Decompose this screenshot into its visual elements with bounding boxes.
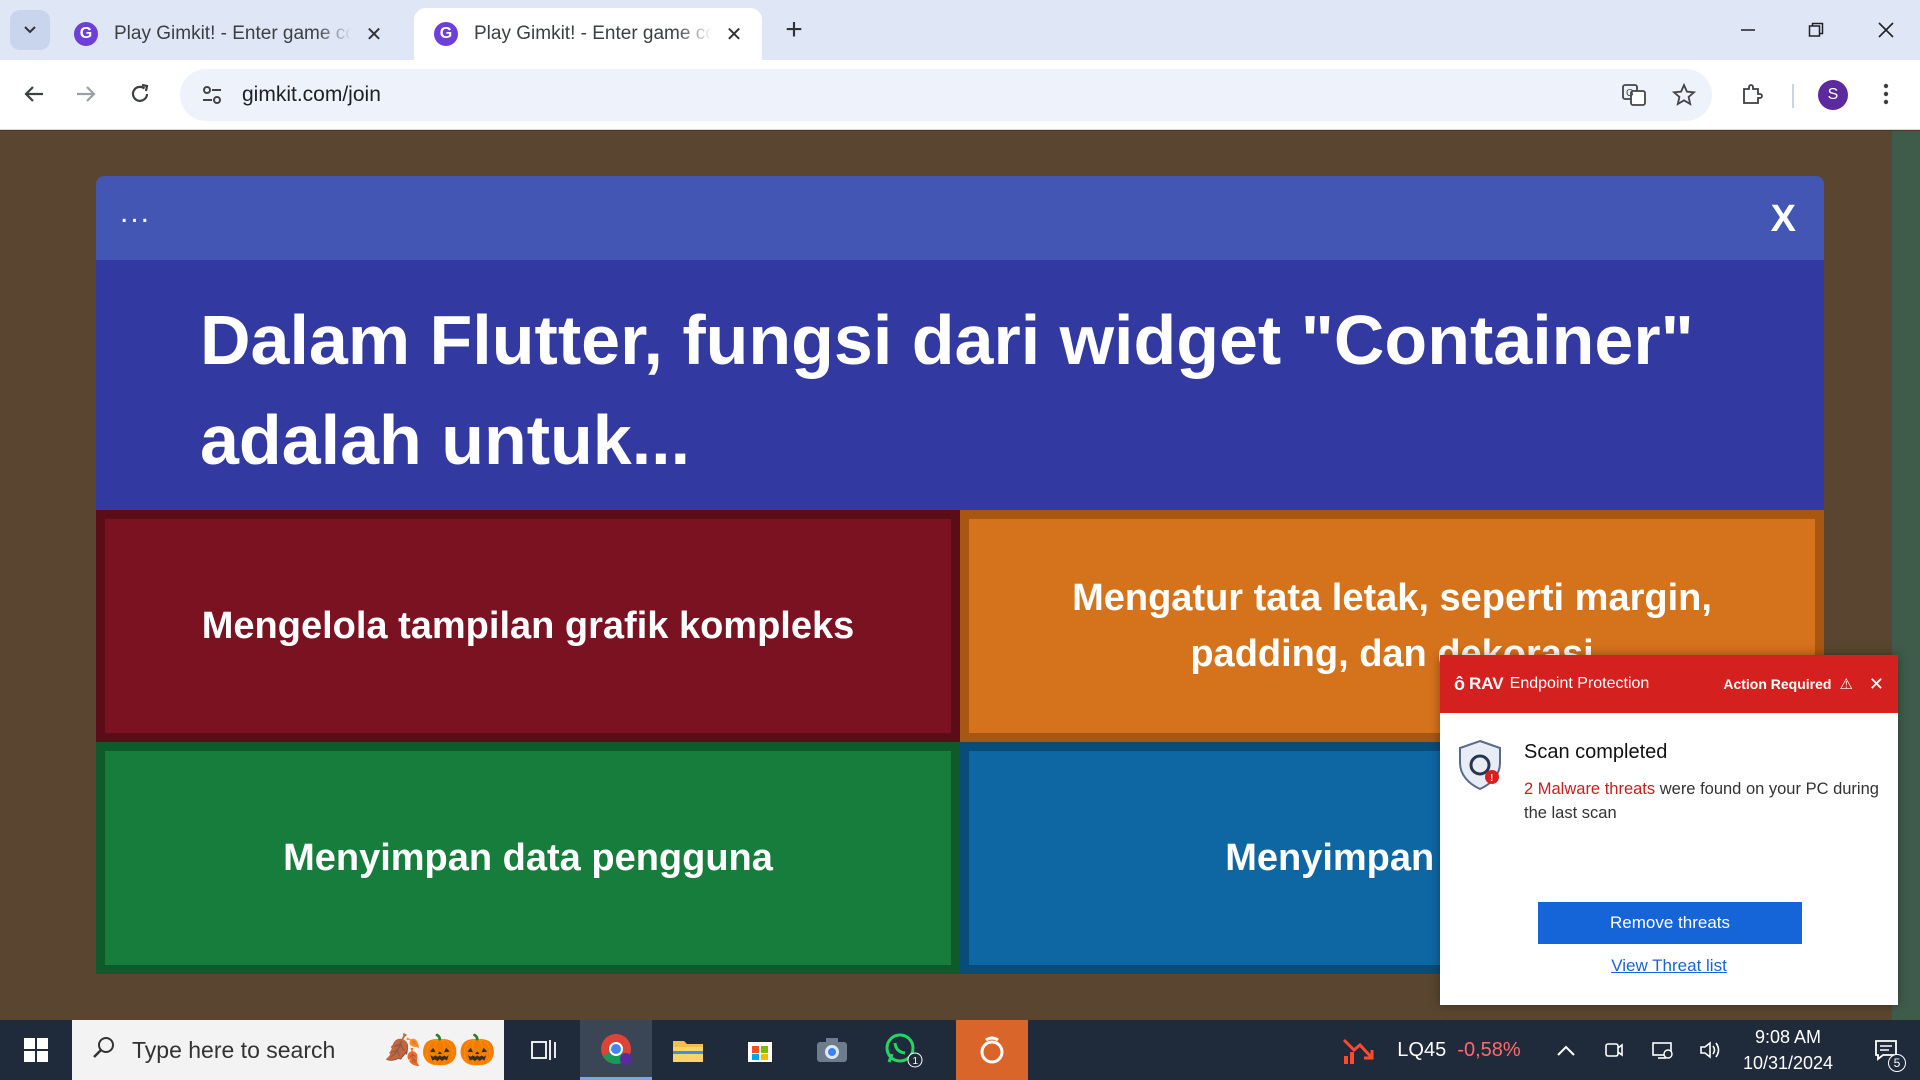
view-threat-list-link[interactable]: View Threat list	[1440, 956, 1898, 976]
restore-icon	[1808, 22, 1824, 37]
tab-gimkit-2[interactable]: G Play Gimkit! - Enter game code ✕	[414, 8, 762, 60]
notification-center-button[interactable]: 5	[1858, 1020, 1914, 1080]
arrow-left-icon	[24, 86, 43, 102]
svg-text:1: 1	[913, 1056, 919, 1067]
question-text: Dalam Flutter, fungsi dari widget "Conta…	[96, 260, 1824, 510]
search-icon	[92, 1035, 116, 1066]
stock-trend-icon[interactable]	[1334, 1020, 1384, 1080]
address-bar[interactable]: gimkit.com/join G	[180, 69, 1712, 121]
close-question-button[interactable]: X	[1771, 198, 1796, 241]
rav-action-required: Action Required	[1723, 676, 1832, 692]
extensions-button[interactable]	[1732, 74, 1772, 114]
taskbar-camera[interactable]	[796, 1020, 868, 1080]
rav-body: ! Scan completed 2 Malware threats were …	[1440, 713, 1898, 1005]
threat-count: 2 Malware threats	[1524, 780, 1656, 798]
answer-option-1[interactable]: Mengelola tampilan grafik kompleks	[96, 510, 960, 742]
stock-name: LQ45	[1397, 1038, 1447, 1061]
rav-close-button[interactable]: ✕	[1869, 674, 1884, 695]
taskbar-clock[interactable]: 9:08 AM 10/31/2024	[1722, 1024, 1854, 1076]
answer-text: Mengelola tampilan grafik kompleks	[201, 605, 855, 647]
rav-product-name: Endpoint Protection	[1509, 675, 1650, 692]
translate-icon[interactable]: G	[1612, 73, 1656, 117]
stock-change: -0,58%	[1457, 1038, 1521, 1061]
task-view-button[interactable]	[508, 1020, 580, 1080]
more-vertical-icon	[1883, 83, 1889, 105]
taskbar-microsoft-store[interactable]	[724, 1020, 796, 1080]
tab-gimkit-1[interactable]: G Play Gimkit! - Enter game code ✕	[54, 8, 402, 60]
camera-icon	[817, 1038, 847, 1062]
tab-title: Play Gimkit! - Enter game code	[114, 23, 352, 44]
windows-logo-icon	[24, 1038, 48, 1062]
show-hidden-icons-button[interactable]	[1550, 1020, 1582, 1080]
more-options-icon[interactable]: ...	[120, 196, 151, 230]
tab-title: Play Gimkit! - Enter game code	[474, 23, 712, 44]
taskbar-rav-app[interactable]	[956, 1020, 1028, 1080]
answer-option-3[interactable]: Menyimpan data pengguna	[96, 742, 960, 974]
forward-button[interactable]	[66, 74, 106, 114]
answer-text: Menyimpan data pengguna	[283, 837, 773, 879]
rav-title: Scan completed	[1524, 741, 1668, 763]
question-card-header: ... X	[96, 176, 1824, 260]
reload-icon	[131, 83, 149, 102]
close-icon	[1878, 22, 1894, 38]
gimkit-favicon-icon: G	[434, 22, 458, 46]
taskbar-chrome[interactable]	[580, 1020, 652, 1080]
shield-alert-icon: !	[1459, 739, 1501, 791]
rav-notification-popup: ô RAV Endpoint Protection Action Require…	[1440, 655, 1898, 1005]
remove-threats-button[interactable]: Remove threats	[1538, 902, 1802, 944]
clock-date: 10/31/2024	[1742, 1053, 1834, 1073]
reload-button[interactable]	[120, 74, 160, 114]
windows-taskbar: Type here to search 🍂🎃🎃 1 LQ45 -0,58% 9:…	[0, 1020, 1920, 1080]
arrow-right-icon	[77, 86, 96, 102]
tab-close-icon[interactable]: ✕	[722, 22, 746, 46]
taskbar-search-box[interactable]: Type here to search 🍂🎃🎃	[72, 1020, 504, 1080]
new-tab-button[interactable]: +	[776, 12, 812, 48]
taskbar-whatsapp[interactable]: 1	[868, 1020, 940, 1080]
back-button[interactable]	[14, 74, 54, 114]
task-view-icon	[531, 1040, 556, 1060]
clock-time: 9:08 AM	[1754, 1027, 1822, 1047]
meet-now-icon[interactable]	[1598, 1020, 1630, 1080]
search-placeholder: Type here to search	[132, 1036, 336, 1063]
browser-toolbar: gimkit.com/join G	[0, 60, 1920, 130]
chevron-down-icon	[24, 26, 36, 34]
minimize-button[interactable]	[1714, 0, 1782, 60]
taskbar-file-explorer[interactable]	[652, 1020, 724, 1080]
tab-strip: G Play Gimkit! - Enter game code ✕ G Pla…	[0, 0, 1920, 60]
whatsapp-icon: 1	[885, 1033, 923, 1068]
store-icon	[748, 1042, 772, 1062]
pumpkin-decoration-icon: 🍂🎃🎃	[383, 1033, 496, 1067]
start-button[interactable]	[0, 1020, 72, 1080]
network-icon[interactable]	[1646, 1020, 1678, 1080]
svg-text:!: !	[1490, 773, 1493, 784]
notification-count: 5	[1888, 1054, 1906, 1072]
toolbar-divider	[1792, 84, 1794, 108]
rav-header: ô RAV Endpoint Protection Action Require…	[1440, 655, 1898, 713]
chevron-up-icon	[1557, 1045, 1575, 1056]
tab-close-icon[interactable]: ✕	[362, 22, 386, 46]
svg-text:G: G	[1626, 88, 1634, 99]
minimize-icon	[1741, 29, 1755, 31]
browser-menu-button[interactable]	[1866, 74, 1906, 114]
restore-button[interactable]	[1782, 0, 1850, 60]
puzzle-icon	[1743, 84, 1763, 104]
close-window-button[interactable]	[1852, 0, 1920, 60]
stock-widget[interactable]: LQ45 -0,58%	[1384, 1020, 1534, 1080]
profile-avatar[interactable]: S	[1818, 80, 1848, 110]
bookmark-star-icon[interactable]	[1662, 73, 1706, 117]
rav-logo-icon	[980, 1036, 1004, 1064]
url-text[interactable]: gimkit.com/join	[242, 83, 1612, 107]
site-info-icon[interactable]	[198, 81, 226, 109]
rav-brand: RAV	[1469, 674, 1504, 693]
chrome-icon	[601, 1033, 632, 1065]
folder-icon	[673, 1041, 703, 1062]
tab-search-button[interactable]	[10, 10, 50, 50]
warning-icon: ⚠	[1839, 676, 1853, 693]
rav-message: 2 Malware threats were found on your PC …	[1524, 777, 1884, 825]
gimkit-favicon-icon: G	[74, 22, 98, 46]
rav-logo-icon: ô	[1454, 673, 1465, 694]
